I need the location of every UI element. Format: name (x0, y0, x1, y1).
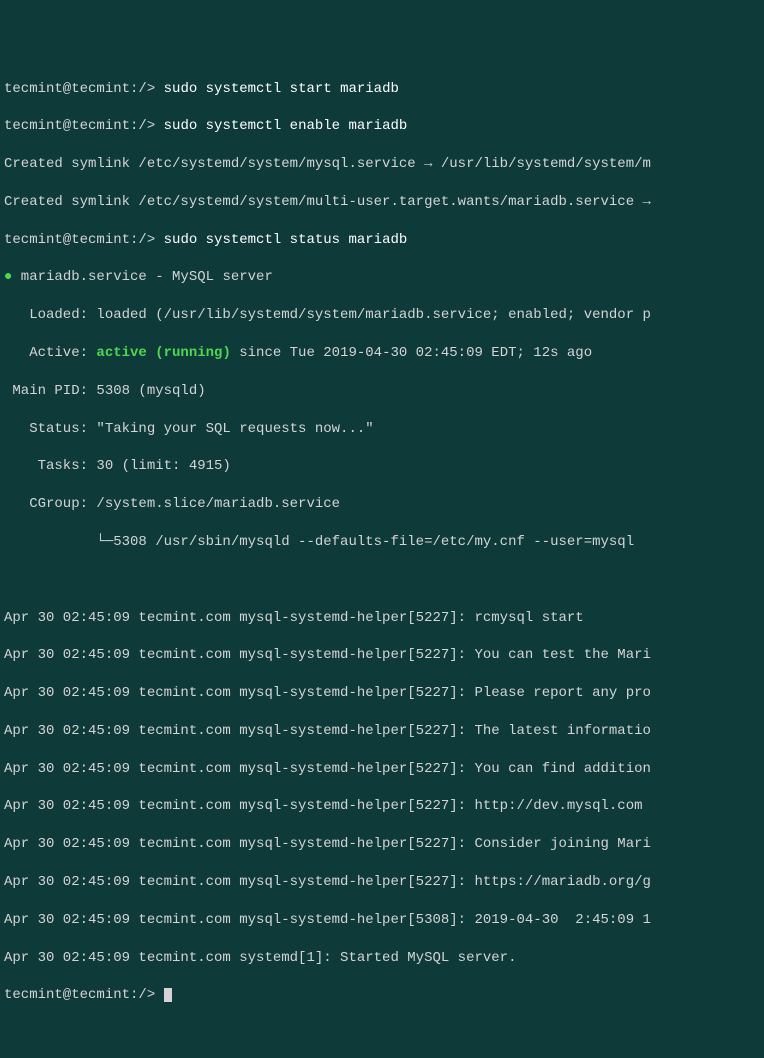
terminal-line-2: tecmint@tecmint:/> sudo systemctl enable… (4, 117, 760, 136)
main-pid-line: Main PID: 5308 (mysqld) (4, 382, 760, 401)
output-symlink-1: Created symlink /etc/systemd/system/mysq… (4, 155, 760, 174)
command-text: sudo systemctl enable mariadb (164, 118, 408, 134)
command-text: sudo systemctl start mariadb (164, 81, 399, 97)
tasks-line: Tasks: 30 (limit: 4915) (4, 457, 760, 476)
active-label: Active: (4, 345, 96, 361)
log-line: Apr 30 02:45:09 tecmint.com mysql-system… (4, 797, 760, 816)
status-header-line: ● mariadb.service - MySQL server (4, 268, 760, 287)
shell-prompt: tecmint@tecmint:/> (4, 232, 164, 248)
shell-prompt: tecmint@tecmint:/> (4, 987, 164, 1003)
log-line: Apr 30 02:45:09 tecmint.com mysql-system… (4, 609, 760, 628)
cursor-icon (164, 988, 172, 1002)
terminal-line-4[interactable]: tecmint@tecmint:/> (4, 986, 760, 1005)
log-line: Apr 30 02:45:09 tecmint.com mysql-system… (4, 684, 760, 703)
cgroup-child-line: └─5308 /usr/sbin/mysqld --defaults-file=… (4, 533, 760, 552)
log-line: Apr 30 02:45:09 tecmint.com mysql-system… (4, 722, 760, 741)
log-line: Apr 30 02:45:09 tecmint.com mysql-system… (4, 835, 760, 854)
status-msg-line: Status: "Taking your SQL requests now...… (4, 420, 760, 439)
cgroup-line: CGroup: /system.slice/mariadb.service (4, 495, 760, 514)
command-text: sudo systemctl status mariadb (164, 232, 408, 248)
blank-line (4, 571, 760, 590)
shell-prompt: tecmint@tecmint:/> (4, 81, 164, 97)
service-title: mariadb.service - MySQL server (12, 269, 272, 285)
log-line: Apr 30 02:45:09 tecmint.com mysql-system… (4, 873, 760, 892)
log-line: Apr 30 02:45:09 tecmint.com mysql-system… (4, 760, 760, 779)
active-status: active (running) (96, 345, 230, 361)
log-line: Apr 30 02:45:09 tecmint.com systemd[1]: … (4, 949, 760, 968)
log-line: Apr 30 02:45:09 tecmint.com mysql-system… (4, 646, 760, 665)
active-since: since Tue 2019-04-30 02:45:09 EDT; 12s a… (231, 345, 592, 361)
output-symlink-2: Created symlink /etc/systemd/system/mult… (4, 193, 760, 212)
active-line: Active: active (running) since Tue 2019-… (4, 344, 760, 363)
shell-prompt: tecmint@tecmint:/> (4, 118, 164, 134)
terminal-line-3: tecmint@tecmint:/> sudo systemctl status… (4, 231, 760, 250)
loaded-line: Loaded: loaded (/usr/lib/systemd/system/… (4, 306, 760, 325)
terminal-line-1: tecmint@tecmint:/> sudo systemctl start … (4, 80, 760, 99)
log-line: Apr 30 02:45:09 tecmint.com mysql-system… (4, 911, 760, 930)
